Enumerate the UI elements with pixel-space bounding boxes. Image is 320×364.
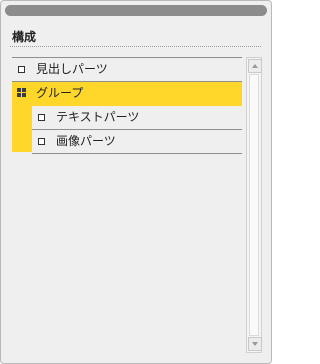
- tree-item-label: 画像パーツ: [56, 134, 116, 148]
- tree-item-group[interactable]: グループ: [12, 82, 242, 106]
- square-icon: [38, 138, 45, 145]
- heading-divider: [10, 46, 261, 47]
- vertical-scrollbar[interactable]: [246, 57, 262, 353]
- tree-item-image-part[interactable]: 画像パーツ: [32, 130, 242, 154]
- structure-tree: 見出しパーツ グループ テキストパーツ 画像パーツ: [12, 57, 242, 154]
- structure-panel: 構成 見出しパーツ グループ テキストパーツ 画像パーツ: [0, 0, 272, 364]
- grid-icon: [17, 88, 27, 98]
- panel-titlebar[interactable]: [5, 5, 267, 16]
- scroll-up-button[interactable]: [248, 59, 262, 73]
- arrow-down-icon: [252, 342, 258, 346]
- tree-item-text-part[interactable]: テキストパーツ: [32, 106, 242, 130]
- tree-item-label: グループ: [36, 86, 84, 100]
- square-icon: [38, 114, 45, 121]
- panel-heading: 構成: [12, 30, 37, 44]
- scroll-down-button[interactable]: [248, 337, 262, 351]
- tree-item-heading-part[interactable]: 見出しパーツ: [12, 57, 242, 82]
- scroll-track[interactable]: [249, 74, 259, 336]
- tree-item-label: テキストパーツ: [56, 110, 140, 124]
- arrow-up-icon: [252, 64, 258, 68]
- tree-item-label: 見出しパーツ: [36, 62, 108, 76]
- square-icon: [18, 66, 25, 73]
